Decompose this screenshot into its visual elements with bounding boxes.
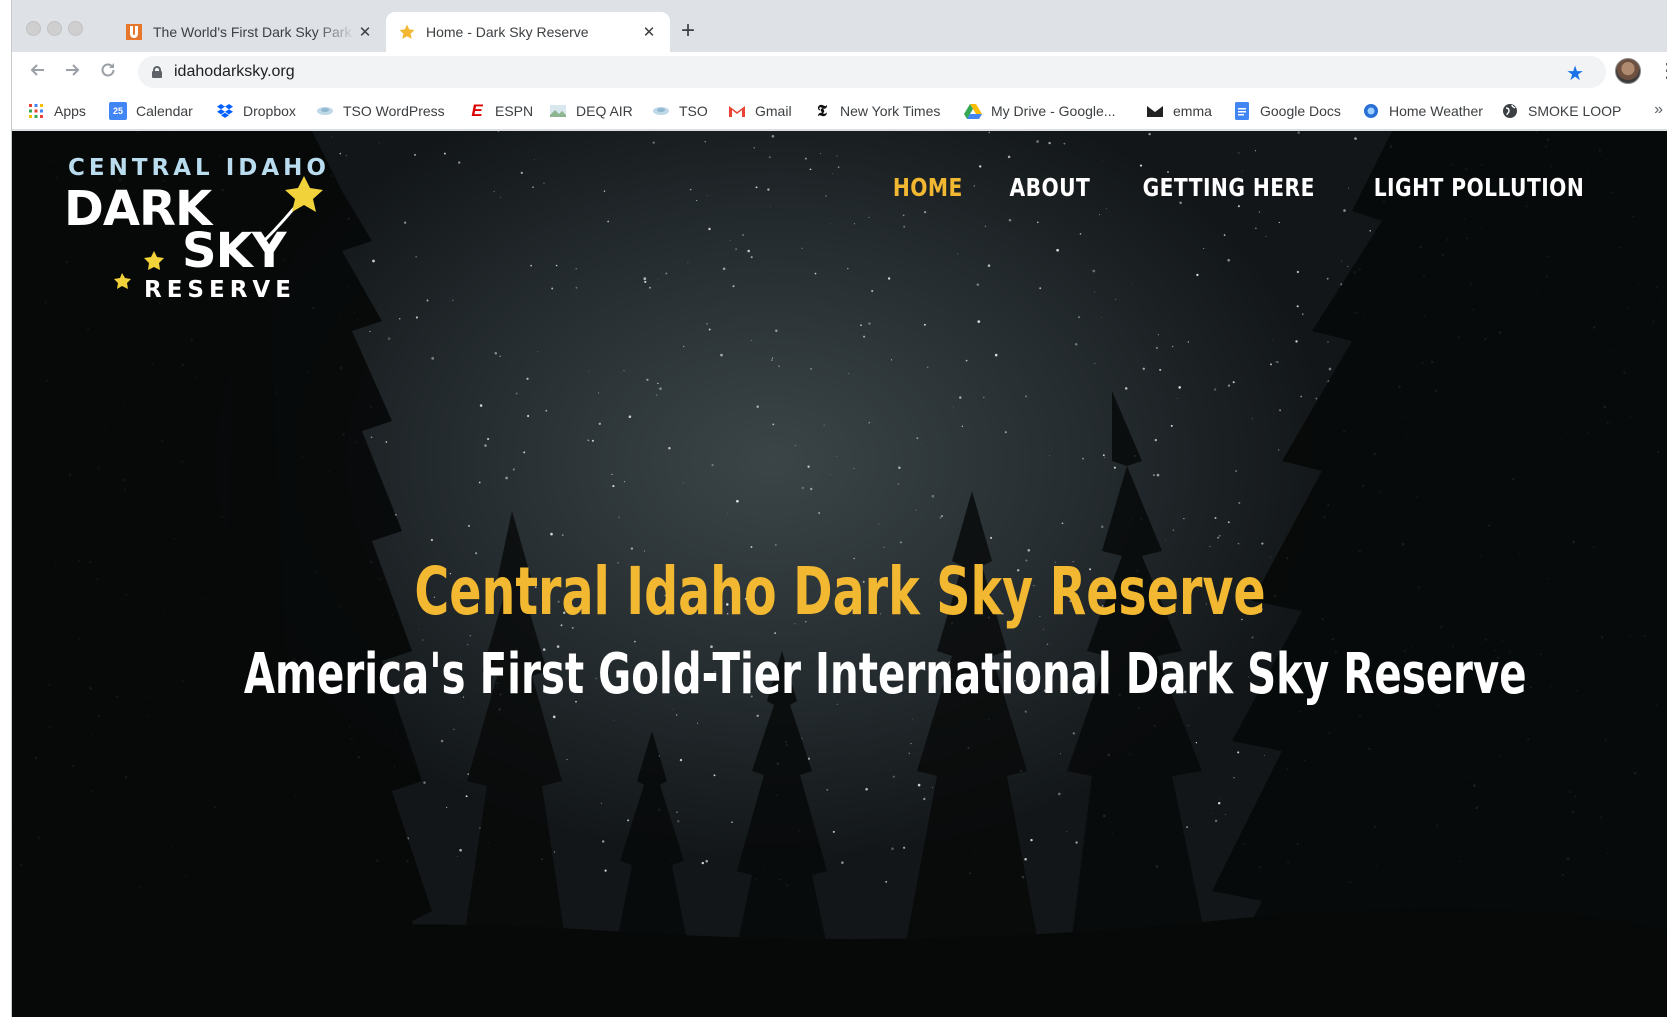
google-docs-icon — [1233, 102, 1251, 120]
tso-icon — [316, 102, 334, 120]
profile-avatar[interactable] — [1615, 58, 1641, 84]
bookmark-new-york-times[interactable]: 𝕿 New York Times — [813, 99, 940, 123]
address-bar[interactable]: idahodarksky.org ★ — [138, 56, 1606, 88]
globe-icon — [1501, 102, 1519, 120]
window-minimize-button[interactable] — [47, 21, 62, 36]
bookmark-label: TSO WordPress — [343, 103, 445, 119]
logo-line-central-idaho: CENTRAL IDAHO — [68, 155, 330, 181]
bookmark-label: Apps — [54, 103, 86, 119]
browser-window: The World's First Dark Sky Park ✕ Home -… — [11, 0, 1667, 1017]
bookmark-label: Home Weather — [1389, 103, 1483, 119]
bookmark-tso[interactable]: TSO — [652, 99, 708, 123]
tab-home-dark-sky-reserve[interactable]: Home - Dark Sky Reserve ✕ — [386, 12, 670, 52]
url-text[interactable]: idahodarksky.org — [174, 63, 295, 81]
bookmark-label: My Drive - Google... — [991, 103, 1116, 119]
lock-icon — [152, 66, 162, 78]
website-viewport: CENTRAL IDAHO DARK SKY RESERVE HOME ABOU… — [12, 131, 1667, 1017]
bookmark-label: TSO — [679, 103, 708, 119]
dropbox-icon — [216, 102, 234, 120]
tab-close-icon[interactable]: ✕ — [356, 23, 374, 41]
emma-icon — [1146, 102, 1164, 120]
bookmark-calendar[interactable]: 25 Calendar — [109, 99, 193, 123]
orange-u-icon — [125, 23, 143, 41]
menu-kebab-icon[interactable]: ⋮ — [1657, 58, 1667, 84]
bookmark-apps[interactable]: Apps — [27, 99, 86, 123]
back-arrow-icon[interactable] — [26, 60, 50, 84]
tso-icon — [652, 102, 670, 120]
tab-strip: The World's First Dark Sky Park ✕ Home -… — [12, 0, 1667, 52]
bookmark-label: ESPN — [495, 103, 534, 119]
bookmark-my-drive[interactable]: My Drive - Google... — [964, 99, 1115, 123]
bookmark-label: DEQ AIR — [576, 103, 633, 119]
calendar-icon: 25 — [109, 102, 127, 120]
bookmark-star-icon[interactable]: ★ — [1566, 61, 1584, 86]
bookmark-deq-air[interactable]: DEQ AIR — [549, 99, 633, 123]
bookmark-label: SMOKE LOOP — [1528, 103, 1622, 119]
bookmark-label: New York Times — [840, 103, 941, 119]
nav-about[interactable]: ABOUT — [1009, 173, 1090, 202]
bookmark-google-docs[interactable]: Google Docs — [1233, 99, 1341, 123]
bookmark-smoke-loop[interactable]: SMOKE LOOP — [1501, 99, 1621, 123]
bookmark-home-weather[interactable]: Home Weather — [1362, 99, 1483, 123]
deq-icon — [549, 102, 567, 120]
forward-arrow-icon[interactable] — [60, 60, 84, 84]
bookmark-label: Gmail — [755, 103, 792, 119]
star-icon — [398, 23, 416, 41]
tab-title: Home - Dark Sky Reserve — [426, 24, 589, 40]
bookmark-tso-wordpress[interactable]: TSO WordPress — [316, 99, 445, 123]
nyt-icon: 𝕿 — [817, 101, 827, 120]
google-drive-icon — [964, 102, 982, 120]
hero-title: Central Idaho Dark Sky Reserve — [414, 553, 1266, 630]
bookmark-espn[interactable]: E ESPN — [468, 99, 533, 123]
tab-dark-sky-park[interactable]: The World's First Dark Sky Park ✕ — [113, 12, 386, 52]
logo-line-sky: SKY — [182, 223, 287, 279]
window-zoom-button[interactable] — [68, 21, 83, 36]
bookmark-label: Dropbox — [243, 103, 296, 119]
hero-subtitle: America's First Gold-Tier International … — [243, 642, 1527, 707]
bookmarks-overflow-button[interactable]: » — [1654, 101, 1663, 119]
gmail-icon — [728, 102, 746, 120]
bookmark-gmail[interactable]: Gmail — [728, 99, 792, 123]
reload-icon[interactable] — [96, 60, 120, 84]
bookmarks-bar: Apps 25 Calendar Dropbox TSO WordPress E… — [12, 92, 1667, 130]
tab-close-icon[interactable]: ✕ — [640, 23, 658, 41]
weather-icon — [1362, 102, 1380, 120]
site-nav: HOME ABOUT GETTING HERE LIGHT POLLUTION — [889, 173, 1596, 202]
nav-light-pollution[interactable]: LIGHT POLLUTION — [1374, 173, 1585, 202]
espn-icon: E — [471, 101, 483, 120]
site-logo[interactable]: CENTRAL IDAHO DARK SKY RESERVE — [64, 151, 344, 303]
browser-toolbar: idahodarksky.org ★ ⋮ — [12, 52, 1667, 92]
nav-home[interactable]: HOME — [893, 173, 963, 202]
bookmark-label: Calendar — [136, 103, 193, 119]
logo-line-reserve: RESERVE — [144, 277, 296, 303]
nav-getting-here[interactable]: GETTING HERE — [1142, 173, 1314, 202]
apps-grid-icon — [27, 102, 45, 120]
window-close-button[interactable] — [26, 21, 41, 36]
new-tab-button[interactable]: + — [674, 17, 702, 45]
bookmark-label: Google Docs — [1260, 103, 1341, 119]
bookmark-label: emma — [1173, 103, 1212, 119]
bookmark-dropbox[interactable]: Dropbox — [216, 99, 296, 123]
bookmark-emma[interactable]: emma — [1146, 99, 1212, 123]
tab-title: The World's First Dark Sky Park — [153, 24, 352, 40]
